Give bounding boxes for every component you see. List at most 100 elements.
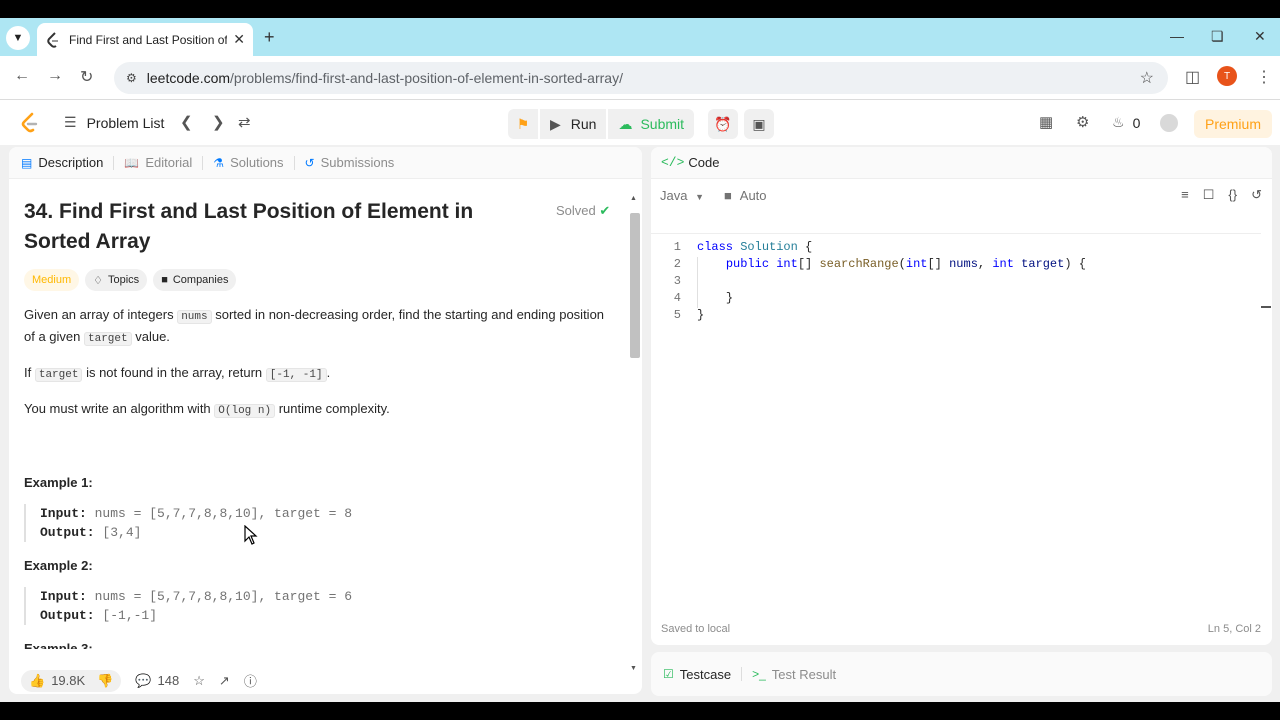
reset-icon[interactable]: ↺ (1251, 187, 1262, 203)
more-menu-icon[interactable]: ⋮ (1256, 67, 1272, 87)
tab-testcase[interactable]: ☑ Testcase (663, 667, 731, 682)
problem-paragraph-1: Given an array of integers nums sorted i… (24, 305, 612, 349)
cursor-position: Ln 5, Col 2 (1207, 623, 1261, 635)
text: You must write an algorithm with (24, 401, 215, 416)
code-line: 5 } (651, 308, 704, 325)
history-icon: ↺ (304, 155, 315, 170)
inline-code: nums (177, 310, 212, 324)
side-panel-icon[interactable]: ◫ (1185, 67, 1200, 87)
restore-icon[interactable]: ❏ (1211, 28, 1224, 45)
new-tab-icon[interactable]: + (264, 27, 275, 48)
tab-editorial[interactable]: 📖 Editorial (124, 155, 192, 170)
debug-button[interactable]: ⚑ (508, 109, 538, 139)
description-tabs: ▤ Description 📖 Editorial ⚗ Solutions ↺ … (9, 147, 642, 179)
language-select[interactable]: Java ▼ (660, 188, 704, 203)
inline-code: target (84, 332, 132, 346)
example-2-title: Example 2: (24, 558, 93, 573)
scroll-marker (1261, 306, 1271, 308)
bookmark-star-icon[interactable]: ☆ (1140, 68, 1154, 88)
submit-button[interactable]: ☁ Submit (608, 109, 695, 139)
user-avatar[interactable] (1160, 114, 1178, 132)
scroll-thumb[interactable] (630, 213, 640, 358)
text: . (326, 365, 331, 380)
line-number: 3 (673, 274, 681, 288)
tab-editorial-label: Editorial (145, 155, 193, 170)
book-icon: 📖 (124, 155, 140, 170)
premium-button[interactable]: Premium (1194, 110, 1272, 138)
braces-icon[interactable]: {} (1228, 187, 1237, 203)
input-label: Input: (40, 506, 87, 521)
description-scrollbar[interactable]: ▲ ▼ (629, 195, 640, 672)
leetcode-logo-icon[interactable] (20, 112, 40, 134)
streak-count: 0 (1132, 114, 1141, 131)
settings-gear-icon[interactable]: ⚙ (1076, 113, 1089, 131)
browser-window: ▼ Find First and Last Position of E ✕ + … (0, 18, 1280, 702)
tab-submissions-label: Submissions (320, 155, 395, 170)
site-info-icon[interactable]: ⚙ (126, 71, 137, 85)
tab-search-button[interactable]: ▼ (6, 26, 30, 50)
tab-solutions[interactable]: ⚗ Solutions (213, 155, 283, 170)
run-button[interactable]: ▶ Run (540, 109, 607, 139)
topics-label: Topics (108, 274, 140, 286)
address-bar[interactable]: ⚙ leetcode.com/problems/find-first-and-l… (114, 62, 1168, 94)
autocomplete-mode[interactable]: ■ Auto (724, 188, 767, 203)
run-label: Run (570, 116, 597, 132)
code-line: 1 class Solution { (651, 240, 812, 257)
help-icon[interactable]: ⓘ (244, 671, 257, 690)
close-tab-icon[interactable]: ✕ (233, 31, 245, 48)
reload-icon[interactable]: ↻ (80, 67, 93, 87)
bookmark-icon[interactable]: ☐ (1203, 187, 1215, 203)
browser-tab[interactable]: Find First and Last Position of E ✕ (37, 23, 253, 56)
problem-list-button[interactable]: ☰ Problem List (64, 114, 164, 131)
share-icon[interactable]: ↗ (219, 673, 230, 689)
play-icon: ▶ (550, 115, 561, 132)
code-panel-title: Code (688, 155, 720, 170)
comments-button[interactable]: 💬 148 (135, 673, 179, 689)
streak-counter[interactable]: ♨ 0 (1112, 114, 1140, 131)
favorite-star-icon[interactable]: ☆ (193, 673, 205, 689)
profile-avatar[interactable]: T (1217, 66, 1237, 86)
like-button[interactable]: 👍 19.8K (29, 673, 85, 689)
comment-icon: 💬 (135, 672, 152, 688)
companies-button[interactable]: ■ Companies (153, 269, 237, 291)
close-window-icon[interactable]: ✕ (1254, 28, 1266, 45)
leetcode-favicon-icon (45, 31, 61, 48)
divider (293, 155, 295, 170)
save-status: Saved to local (661, 623, 731, 635)
prev-problem-icon[interactable]: ❮ (180, 113, 193, 131)
code-editor[interactable]: 1 class Solution { 2 public int[] search… (651, 233, 1271, 618)
language-label: Java (660, 187, 688, 203)
thumbs-down-icon[interactable]: 👎 (97, 673, 113, 689)
text: value. (131, 329, 170, 344)
bug-icon: ⚑ (516, 115, 530, 132)
chevron-down-icon: ▼ (695, 191, 705, 202)
example-input: nums = [5,7,7,8,8,10], target = 6 (94, 589, 353, 604)
comment-count: 148 (157, 673, 180, 688)
shuffle-icon[interactable]: ⇄ (238, 113, 251, 131)
description-footer: 👍 19.8K 👎 💬 148 ☆ ↗ ⓘ (9, 667, 642, 694)
tab-submissions[interactable]: ↺ Submissions (305, 155, 395, 170)
minimize-icon[interactable]: — (1170, 28, 1184, 44)
code-line: 3 (651, 274, 697, 291)
tab-test-result[interactable]: >_ Test Result (752, 667, 836, 682)
format-icon[interactable]: ≡ (1181, 187, 1189, 203)
back-icon[interactable]: ← (14, 67, 30, 85)
line-number: 1 (673, 240, 681, 254)
problem-title: 34. Find First and Last Position of Elem… (24, 200, 474, 253)
timer-button[interactable]: ⏰ (708, 109, 738, 139)
forward-icon[interactable]: → (47, 67, 63, 85)
tab-description[interactable]: ▤ Description (21, 155, 103, 170)
code-panel-header: </> Code (651, 147, 1272, 179)
cloud-upload-icon: ☁ (618, 115, 633, 132)
submit-label: Submit (640, 116, 685, 132)
browser-toolbar: ← → ↻ ⚙ leetcode.com/problems/find-first… (0, 56, 1280, 100)
scroll-up-icon[interactable]: ▲ (630, 195, 637, 202)
topics-button[interactable]: ♢ Topics (85, 269, 148, 291)
layout-icon[interactable]: ▦ (1039, 113, 1053, 131)
notes-button[interactable]: ▣ (744, 109, 774, 139)
next-problem-icon[interactable]: ❯ (212, 113, 225, 131)
example-input: nums = [5,7,7,8,8,10], target = 8 (94, 506, 353, 521)
run-controls: ⚑ ▶ Run ☁ Submit (508, 109, 695, 139)
text: is not found in the array, return (82, 365, 266, 380)
indent-guide (697, 257, 698, 308)
